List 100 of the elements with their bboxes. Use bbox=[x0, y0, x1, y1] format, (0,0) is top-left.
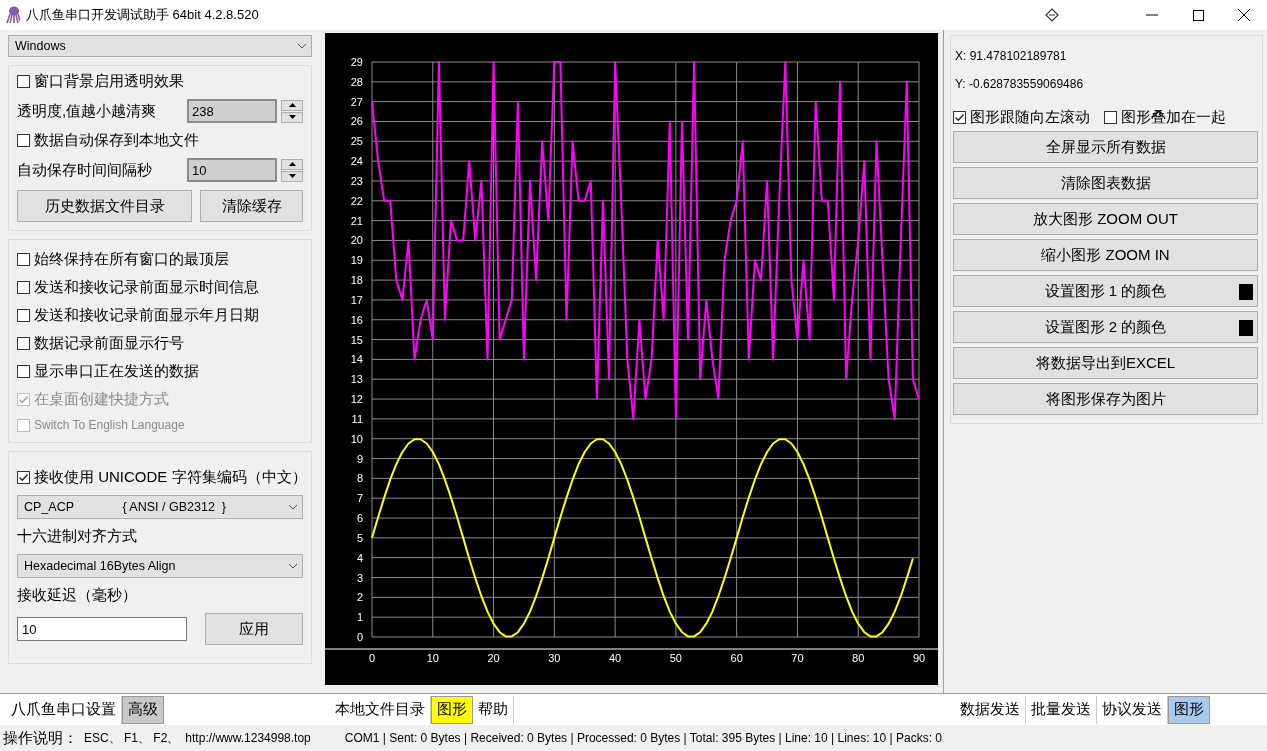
pin-icon bbox=[1045, 8, 1059, 22]
checkbox[interactable] bbox=[17, 75, 30, 88]
tab[interactable]: 高级 bbox=[122, 695, 164, 724]
field-label: 接收延迟（毫秒） bbox=[17, 586, 138, 605]
number-field[interactable]: 10 bbox=[187, 158, 277, 182]
axis-tick-label: 11 bbox=[351, 412, 363, 425]
tab[interactable]: 批量发送 bbox=[1026, 695, 1097, 724]
axis-tick-label: 23 bbox=[350, 174, 363, 187]
skin-dropdown[interactable]: Windows bbox=[8, 35, 312, 57]
close-icon bbox=[1238, 9, 1250, 21]
website-link[interactable]: http://www.1234998.top bbox=[185, 731, 311, 745]
tab[interactable]: 图形 bbox=[1168, 695, 1210, 724]
color-button[interactable]: 设置图形 2 的颜色 bbox=[953, 311, 1258, 343]
checkbox[interactable] bbox=[953, 111, 966, 124]
number-field[interactable]: 238 bbox=[187, 99, 277, 123]
checkbox[interactable] bbox=[17, 337, 30, 350]
maximize-icon bbox=[1192, 9, 1204, 21]
checkbox[interactable] bbox=[17, 471, 30, 484]
up-arrow-icon bbox=[288, 162, 296, 166]
axis-tick-label: 27 bbox=[350, 95, 363, 108]
checkbox-label[interactable]: 发送和接收记录前面显示年月日期 bbox=[34, 306, 259, 325]
axis-tick-label: 4 bbox=[356, 551, 363, 564]
axis-tick-label: 30 bbox=[548, 652, 561, 664]
tab[interactable]: 帮助 bbox=[473, 695, 514, 724]
axis-tick-label: 2 bbox=[356, 591, 363, 604]
checkbox[interactable] bbox=[17, 365, 30, 378]
tab[interactable]: 数据发送 bbox=[955, 695, 1026, 724]
axis-tick-label: 20 bbox=[350, 234, 363, 247]
axis-tick-label: 90 bbox=[912, 652, 926, 664]
align-dropdown[interactable]: Hexadecimal 16Bytes Align bbox=[17, 554, 303, 578]
x-coordinate: X: 91.478102189781 bbox=[954, 48, 1068, 65]
axis-tick-label: 29 bbox=[350, 56, 363, 68]
spin-down-button[interactable] bbox=[281, 170, 303, 182]
axis-tick-label: 6 bbox=[356, 512, 363, 525]
checkbox-label[interactable]: 数据记录前面显示行号 bbox=[34, 334, 184, 353]
action-button[interactable]: 历史数据文件目录 bbox=[17, 190, 192, 222]
spin-up-button[interactable] bbox=[281, 99, 303, 111]
up-arrow-icon bbox=[288, 103, 296, 107]
checkbox-label[interactable]: 图形叠加在一起 bbox=[1121, 108, 1226, 127]
action-button[interactable]: 清除缓存 bbox=[200, 190, 303, 222]
axis-tick-label: 21 bbox=[350, 214, 363, 227]
down-arrow-icon bbox=[288, 174, 296, 178]
color-button[interactable]: 设置图形 1 的颜色 bbox=[953, 275, 1258, 307]
axis-tick-label: 70 bbox=[791, 652, 804, 664]
help-label: 操作说明： bbox=[3, 728, 78, 748]
checkbox-label[interactable]: 显示串口正在发送的数据 bbox=[34, 362, 199, 381]
field-label: 透明度,值越小越清爽 bbox=[17, 101, 157, 121]
axis-tick-label: 24 bbox=[350, 155, 363, 168]
axis-tick-label: 25 bbox=[350, 135, 363, 148]
field-label: 自动保存时间间隔秒 bbox=[17, 160, 152, 180]
field-label: 十六进制对齐方式 bbox=[17, 527, 138, 546]
tab[interactable]: 图形 bbox=[431, 695, 473, 724]
axis-tick-label: 22 bbox=[350, 194, 363, 207]
axis-tick-label: 19 bbox=[350, 254, 363, 267]
axis-tick-label: 0 bbox=[356, 631, 363, 643]
action-button[interactable]: 将数据导出到EXCEL bbox=[953, 347, 1258, 379]
spin-down-button[interactable] bbox=[281, 111, 303, 123]
window-title: 八爪鱼串口开发调试助手 64bit 4.2.8.520 bbox=[26, 6, 260, 24]
checkbox-label[interactable]: 图形跟随向左滚动 bbox=[970, 108, 1090, 127]
axis-tick-label: 28 bbox=[350, 75, 363, 88]
axis-tick-label: 15 bbox=[350, 333, 363, 346]
axis-tick-label: 13 bbox=[350, 373, 363, 386]
down-arrow-icon bbox=[288, 115, 296, 119]
action-button[interactable]: 将图形保存为图片 bbox=[953, 383, 1258, 415]
checkbox[interactable] bbox=[17, 309, 30, 322]
checkbox[interactable] bbox=[17, 281, 30, 294]
checkbox-label[interactable]: 窗口背景启用透明效果 bbox=[34, 72, 184, 91]
axis-tick-label: 80 bbox=[852, 652, 865, 664]
action-button[interactable]: 缩小图形 ZOOM IN bbox=[953, 239, 1258, 271]
axis-tick-label: 14 bbox=[350, 353, 363, 366]
axis-tick-label: 10 bbox=[350, 432, 363, 445]
axis-tick-label: 7 bbox=[356, 492, 363, 505]
axis-tick-label: 26 bbox=[350, 115, 363, 128]
spin-up-button[interactable] bbox=[281, 158, 303, 170]
checkbox[interactable] bbox=[1104, 111, 1117, 124]
axis-tick-label: 50 bbox=[669, 652, 682, 664]
chevron-down-icon bbox=[288, 504, 298, 510]
action-button[interactable]: 放大图形 ZOOM OUT bbox=[953, 203, 1258, 235]
action-button[interactable]: 全屏显示所有数据 bbox=[953, 131, 1258, 163]
axis-tick-label: 9 bbox=[356, 452, 363, 465]
checkbox-label[interactable]: 接收使用 UNICODE 字符集编码（中文） bbox=[34, 468, 307, 487]
checkbox[interactable] bbox=[17, 253, 30, 266]
status-info: COM1 | Sent: 0 Bytes | Received: 0 Bytes | Processed: 0 Bytes | Total: 395 Bytes | Line: 10 | Lines: 10 | Packs: 0 bbox=[344, 731, 942, 745]
checkbox-label[interactable]: 始终保持在所有窗口的最顶层 bbox=[34, 250, 229, 269]
checkbox-label[interactable]: 数据自动保存到本地文件 bbox=[34, 131, 199, 150]
delay-input[interactable]: 10 bbox=[17, 617, 187, 641]
axis-tick-label: 60 bbox=[730, 652, 743, 664]
axis-tick-label: 18 bbox=[350, 274, 363, 287]
charset-dropdown[interactable]: CP_ACP { ANSI / GB2312 } bbox=[17, 495, 303, 519]
axis-tick-label: 1 bbox=[356, 611, 363, 624]
chevron-down-icon bbox=[288, 563, 298, 569]
checkbox-label[interactable]: 发送和接收记录前面显示时间信息 bbox=[34, 278, 259, 297]
action-button[interactable]: 清除图表数据 bbox=[953, 167, 1258, 199]
axis-tick-label: 3 bbox=[356, 571, 363, 584]
apply-button[interactable]: 应用 bbox=[205, 613, 303, 645]
axis-tick-label: 40 bbox=[609, 652, 622, 664]
checkbox[interactable] bbox=[17, 134, 30, 147]
minimize-icon bbox=[1146, 14, 1158, 16]
axis-tick-label: 5 bbox=[356, 531, 363, 544]
axis-tick-label: 17 bbox=[350, 293, 363, 306]
